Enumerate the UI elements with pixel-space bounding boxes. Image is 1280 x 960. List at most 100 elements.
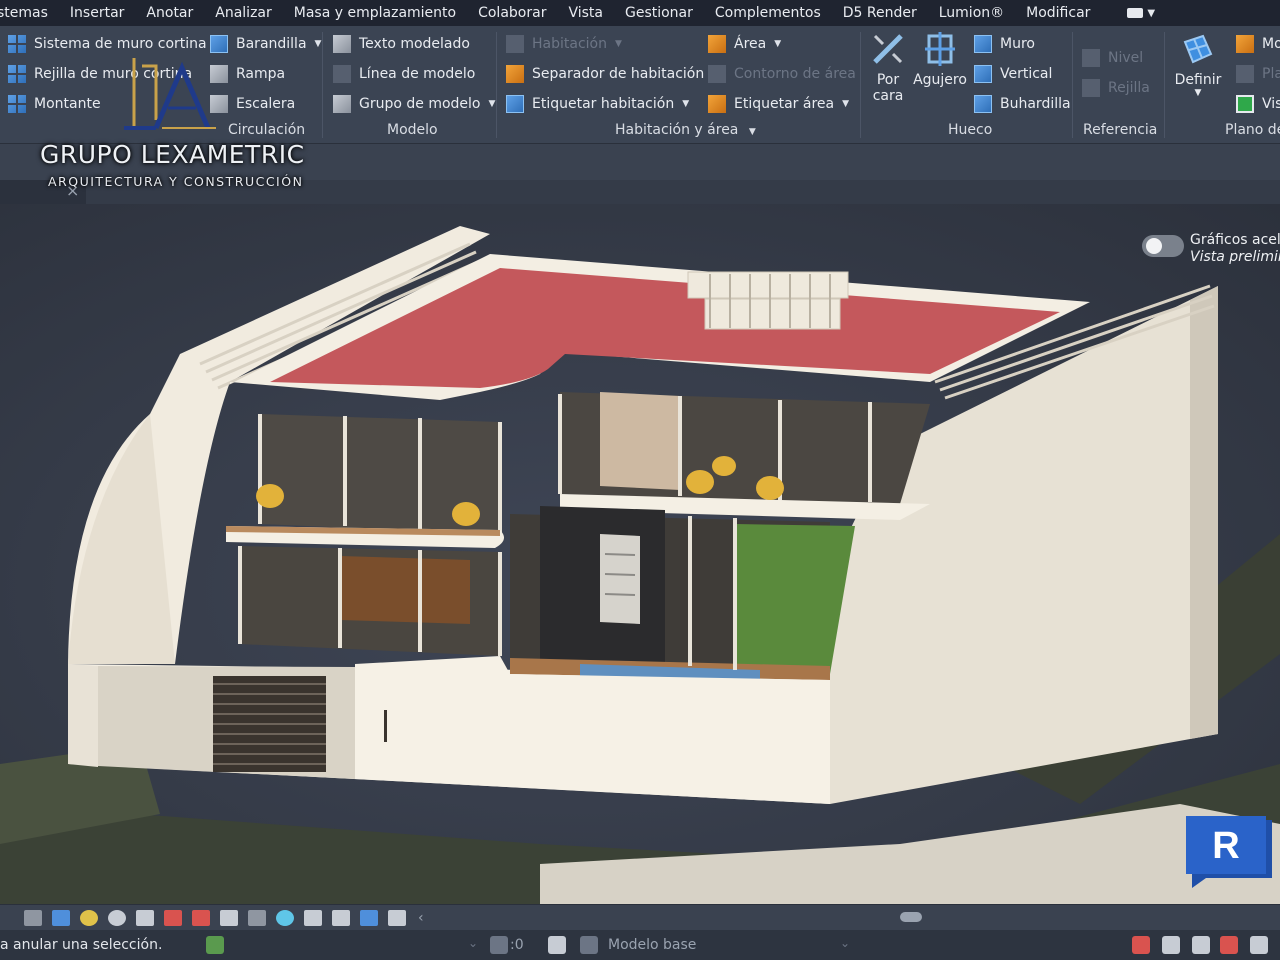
etiquetar-area-button[interactable]: Etiquetar área ▼ [708,92,849,116]
company-logo: GRUPO LEXAMETRIC ARQUITECTURA Y CONSTRUC… [40,52,304,192]
status-message: a anular una selección. [0,937,163,953]
quick-access-dropdown[interactable]: ▼ [1127,8,1155,19]
menu-gestionar[interactable]: Gestionar [614,5,704,21]
muro-opening-button[interactable]: Muro [974,32,1035,56]
nivel-button[interactable]: Nivel [1082,46,1143,70]
ribbon-separator [860,32,861,138]
menu-complementos[interactable]: Complementos [704,5,832,21]
menu-masa-emplazamiento[interactable]: Masa y emplazamiento [283,5,467,21]
menu-d5-render[interactable]: D5 Render [832,5,928,21]
ref-plane-icon [1236,65,1254,83]
preview-label: Vista prelimin [1190,249,1280,265]
viewer-icon [1236,95,1254,113]
separador-habitacion-button[interactable]: Separador de habitación [506,62,704,86]
status-bar: a anular una selección. ⌄ :0 Modelo base… [0,930,1280,960]
chevron-down-icon: ▼ [614,39,622,49]
show-crop-icon[interactable] [164,909,182,926]
definir-button[interactable]: Definir ▼ [1172,32,1224,98]
sun-path-icon[interactable] [80,909,98,926]
menu-bar: stemas Insertar Anotar Analizar Masa y e… [0,0,1280,26]
grid-icon [1082,79,1100,97]
temporary-hide-icon[interactable] [332,909,350,926]
select-by-face-icon[interactable] [1220,936,1238,954]
etiquetar-habitacion-button[interactable]: Etiquetar habitación ▼ [506,92,689,116]
menu-analizar[interactable]: Analizar [204,5,283,21]
contorno-area-button[interactable]: Contorno de área [708,62,856,86]
chevron-left-icon[interactable]: ‹ [418,910,424,926]
rejilla-button[interactable]: Rejilla [1082,76,1150,100]
railing-icon [210,35,228,53]
glasses-icon[interactable] [248,909,266,926]
graphics-toggle-group: Gráficos acele Vista prelimin [1142,232,1280,266]
analysis-icon[interactable] [360,909,378,926]
menu-sistemas[interactable]: stemas [0,5,59,21]
design-options-icon[interactable] [548,936,566,954]
menu-lumion[interactable]: Lumion® [928,5,1015,21]
chevron-down-icon[interactable]: ⌄ [468,936,478,950]
shadows-icon[interactable] [108,909,126,926]
select-links-icon[interactable] [1132,936,1150,954]
chevron-down-icon: ▼ [682,99,690,109]
drag-elements-icon[interactable] [1250,936,1268,954]
menu-vista[interactable]: Vista [557,5,614,21]
reveal-hidden-icon[interactable] [304,909,322,926]
chevron-down-icon: ▼ [748,127,756,137]
panel-label-plano: Plano de [1225,122,1280,138]
ribbon-separator [496,32,497,138]
linea-modelo-button[interactable]: Línea de modelo [333,62,475,86]
panel-label-habitacion-area[interactable]: Habitación y área ▼ [615,122,756,138]
accelerated-graphics-toggle[interactable] [1142,235,1184,257]
grupo-modelo-button[interactable]: Grupo de modelo ▼ [333,92,495,116]
mostrar-plano-button[interactable]: Mo [1236,32,1280,56]
menu-modificar[interactable]: Modificar [1015,5,1101,21]
scale-icon[interactable] [24,909,42,926]
model-line-icon [333,65,351,83]
menu-insertar[interactable]: Insertar [59,5,136,21]
revit-logo-icon: R [1182,816,1278,888]
agujero-button[interactable]: Agujero [912,32,968,88]
select-pinned-icon[interactable] [1192,936,1210,954]
house-icon[interactable] [220,909,238,926]
visor-button[interactable]: Vis [1236,92,1280,116]
mullion-icon [8,95,26,113]
main-model-icon[interactable] [580,936,598,954]
area-button[interactable]: Área ▼ [708,32,781,56]
crop-view-icon[interactable] [136,909,154,926]
panel-label-referencia: Referencia [1083,122,1158,138]
editable-only-icon[interactable] [490,936,508,954]
show-workplane-icon [1236,35,1254,53]
ribbon-separator [322,32,323,138]
graphics-label: Gráficos acele [1190,232,1280,248]
worksets-icon[interactable] [206,936,224,954]
texto-modelado-button[interactable]: Texto modelado [333,32,470,56]
detail-level-icon[interactable] [52,909,70,926]
plano-ref-button[interactable]: Pla [1236,62,1280,86]
vertical-opening-button[interactable]: Vertical [974,62,1052,86]
panel-label-modelo: Modelo [387,122,438,138]
panel-label-hueco: Hueco [948,122,993,138]
vertical-opening-icon [974,65,992,83]
buhardilla-button[interactable]: Buhardilla [974,92,1071,116]
chevron-down-icon: ▼ [314,39,322,49]
ribbon-separator [1164,32,1165,138]
light-icon[interactable] [276,909,294,926]
horizontal-scrollbar[interactable] [900,912,922,922]
area-boundary-icon [708,65,726,83]
chevron-down-icon[interactable]: ⌄ [840,936,850,950]
shaft-opening-icon [923,32,957,66]
room-separator-icon [506,65,524,83]
tag-area-icon [708,95,726,113]
chevron-down-icon: ▼ [774,39,782,49]
menu-anotar[interactable]: Anotar [135,5,204,21]
select-underlay-icon[interactable] [1162,936,1180,954]
habitacion-button[interactable]: Habitación ▼ [506,32,622,56]
highlight-icon[interactable] [388,909,406,926]
ribbon-separator [1072,32,1073,138]
unlock-view-icon[interactable] [192,909,210,926]
menu-colaborar[interactable]: Colaborar [467,5,557,21]
3d-viewport[interactable]: Gráficos acele Vista prelimin R [0,204,1280,904]
por-cara-button[interactable]: Por cara [866,32,910,104]
model-group-icon [333,95,351,113]
chevron-down-icon: ▼ [488,99,496,109]
model-text-icon [333,35,351,53]
